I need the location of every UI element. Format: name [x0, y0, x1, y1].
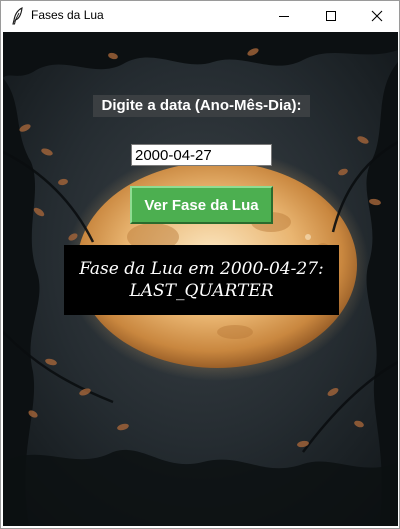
- close-icon: [371, 10, 383, 22]
- title-bar[interactable]: Fases da Lua: [1, 1, 399, 31]
- date-prompt-label: Digite a data (Ano-Mês-Dia):: [93, 95, 310, 117]
- maximize-button[interactable]: [308, 1, 354, 31]
- show-moon-phase-button[interactable]: Ver Fase da Lua: [130, 186, 273, 224]
- close-button[interactable]: [354, 1, 399, 31]
- window-title: Fases da Lua: [31, 8, 104, 22]
- moon-phase-result: Fase da Lua em 2000-04-27: LAST_QUARTER: [64, 245, 339, 315]
- result-line-date: Fase da Lua em 2000-04-27:: [79, 259, 324, 279]
- client-area: Digite a data (Ano-Mês-Dia): Ver Fase da…: [3, 32, 398, 526]
- minimize-button[interactable]: [261, 1, 307, 31]
- date-input[interactable]: [131, 144, 272, 166]
- result-line-phase: LAST_QUARTER: [129, 281, 274, 301]
- maximize-icon: [326, 11, 336, 21]
- minimize-icon: [279, 16, 289, 17]
- feather-icon: [12, 7, 23, 25]
- app-window: Fases da Lua Digite a data (Ano-Mês-Dia)…: [0, 0, 400, 529]
